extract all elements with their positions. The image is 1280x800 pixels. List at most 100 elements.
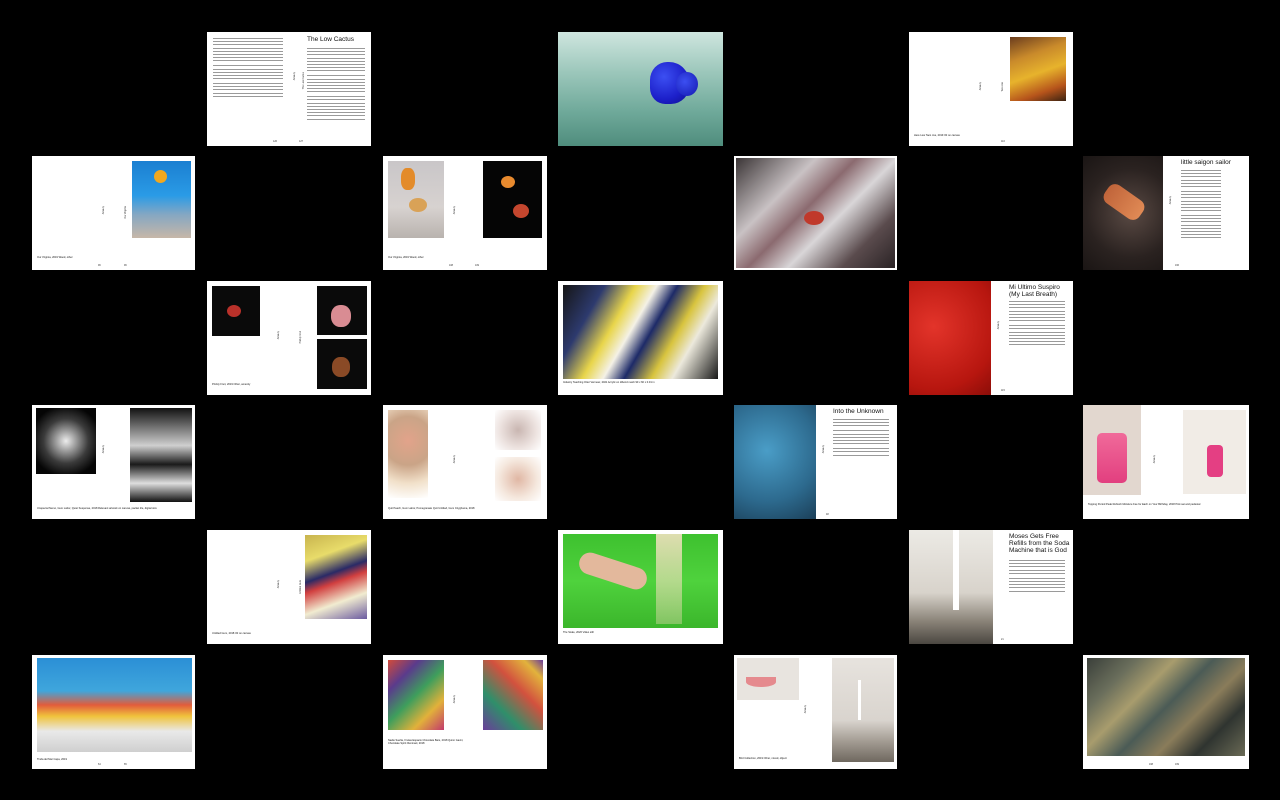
painting-image <box>563 285 718 379</box>
pink-fruit <box>331 305 351 327</box>
spread-caption: Industry Teaching Otter Vermeer, 2021 Ac… <box>563 381 655 384</box>
blue-object <box>676 72 698 96</box>
running-header: Amaury <box>822 445 825 454</box>
spread-caption: Here Lies Taco Joe, 2019 Oil on canvas <box>914 134 960 137</box>
pinecone-fruit <box>332 357 350 377</box>
pink-bowl <box>746 677 776 687</box>
gallery-canvas: { "gallery": { "background": "#000000", … <box>0 0 1280 800</box>
page-number-right: 109 <box>475 264 479 267</box>
fruit-element <box>501 176 515 188</box>
running-header: Amaury <box>293 72 296 81</box>
image-studio-table[interactable] <box>734 156 897 270</box>
page-number-right: 169 <box>1175 763 1179 766</box>
book-spread-mi-ultimo-suspiro[interactable]: Amaury Mi Ultimo Suspiro (My Last Breath… <box>909 281 1073 395</box>
spread-caption: Unspecial Nemo, Gum Labor, Quiet Suspens… <box>37 507 157 510</box>
spread-title: little saigon sailor <box>1181 159 1231 166</box>
book-spread-into-the-unknown[interactable]: Amaury Into the Unknown 48 <box>734 405 897 519</box>
pink-object <box>1207 445 1223 477</box>
running-header: Amaury <box>102 445 105 454</box>
running-header: Amaury <box>453 455 456 464</box>
page-number-left: 96 <box>98 264 101 267</box>
spread-title: Into the Unknown <box>833 408 884 415</box>
installation-image <box>37 658 192 752</box>
page-number-left: 168 <box>1149 763 1153 766</box>
book-spread-low-cactus[interactable]: Amaury The Low Cactus The Low Cactus 126… <box>207 32 371 146</box>
page-number-right: 21 <box>1001 638 1004 641</box>
spread-title: Moses Gets Free Refills from the Soda Ma… <box>1009 533 1070 554</box>
running-title: The Low Cactus <box>302 72 305 90</box>
installation-image <box>832 658 894 762</box>
bread-element <box>409 198 427 212</box>
running-header: Amaury <box>979 82 982 91</box>
spread-caption: Nadie Sueña, Frutas Espacio Chocolate Ba… <box>388 739 464 746</box>
book-spread-unspecial-nemo[interactable]: Amaury Unspecial Nemo, Gum Labor, Quiet … <box>32 405 195 519</box>
book-spread-quit-peach[interactable]: Amaury Quit Peach, Gum Labor, Pomegranat… <box>383 405 547 519</box>
page-number-right: 96 <box>124 264 127 267</box>
spread-caption: Quit Peach, Gum Labor, Pomegranate Quit … <box>388 507 475 510</box>
spread-caption: Topping Period Peak Refresh Moisture Fee… <box>1088 503 1201 506</box>
pink-object <box>1097 433 1127 483</box>
page-number-right: 65 <box>124 763 127 766</box>
sand-element <box>656 534 682 624</box>
sculpture-image <box>388 410 428 498</box>
textile-image <box>388 660 444 730</box>
spread-caption: Our Virginia, 2019 Wood, other <box>388 256 424 259</box>
book-spread-topping-period[interactable]: Amaury Topping Period Peak Refresh Moist… <box>1083 405 1249 519</box>
running-header: Amaury <box>277 580 280 589</box>
running-header: Amaury <box>453 695 456 704</box>
spread-caption: Our Virginia, 2019 Wood, other <box>37 256 73 259</box>
fruit-element <box>513 204 529 218</box>
spread-title: Mi Ultimo Suspiro (My Last Breath) <box>1009 284 1060 298</box>
liquid-stream <box>953 530 959 610</box>
spread-caption: Untitled Gum, 2018 Oil on canvas <box>212 632 251 635</box>
spread-caption: Tinda del Mar Capa, 2019 <box>37 758 67 761</box>
painting-image <box>1087 658 1245 756</box>
running-header: Amaury <box>997 321 1000 330</box>
book-spread-the-scale[interactable]: The Scale, 2020 Video still <box>558 530 723 644</box>
page-number-right: 48 <box>826 513 829 516</box>
spread-caption: Bird Collection, 2019 Other, mixed, obje… <box>739 757 787 760</box>
running-header: Amaury <box>277 331 280 340</box>
spread-caption: Prickly Fruit, 2019 Other, amenity <box>212 383 251 386</box>
black-background-image <box>483 161 542 238</box>
book-spread-our-virginia-1[interactable]: Amaury Our Virginia Our Virginia, 2019 W… <box>32 156 195 270</box>
page-number-left: 108 <box>449 264 453 267</box>
image-blue-sculpture[interactable] <box>558 32 723 146</box>
red-detail <box>804 211 824 225</box>
book-spread-moses-refills[interactable]: Moses Gets Free Refills from the Soda Ma… <box>909 530 1073 644</box>
page-number-right: 116 <box>1001 140 1005 143</box>
blue-texture-image <box>734 405 816 519</box>
book-spread-painting-final[interactable]: 168 169 <box>1083 655 1249 769</box>
page-number-left: 126 <box>273 140 277 143</box>
book-spread-prickly-fruit[interactable]: Amaury Prickly Fruit Prickly Fruit, 2019… <box>207 281 371 395</box>
page-number-right: 127 <box>299 140 303 143</box>
book-spread-untitled-gum[interactable]: Amaury Untitled Gum Untitled Gum, 2018 O… <box>207 530 371 644</box>
print-image <box>36 408 96 474</box>
book-spread-industry-teaching[interactable]: Industry Teaching Otter Vermeer, 2021 Ac… <box>558 281 723 395</box>
sculpture-image <box>495 410 541 450</box>
running-title: Untitled Gum <box>299 580 302 594</box>
book-spread-our-virginia-2[interactable]: Amaury Our Virginia, 2019 Wood, other 10… <box>383 156 547 270</box>
painting-image <box>1010 37 1066 101</box>
textile-image <box>483 660 543 730</box>
book-spread-bird-collection[interactable]: Amaury Bird Collection, 2019 Other, mixe… <box>734 655 897 769</box>
running-header: Amaury <box>102 206 105 215</box>
sculpture-image <box>495 457 541 501</box>
book-spread-taco-joe[interactable]: Amaury Taco Joe Here Lies Taco Joe, 2019… <box>909 32 1073 146</box>
spread-title: The Low Cactus <box>307 36 354 43</box>
soda-machine-image <box>909 530 993 644</box>
book-spread-tinda-del-mar[interactable]: Tinda del Mar Capa, 2019 64 65 <box>32 655 195 769</box>
page-number-left: 64 <box>98 763 101 766</box>
running-title: Our Virginia <box>124 206 127 219</box>
running-header: Amaury <box>1153 455 1156 464</box>
book-spread-little-saigon-sailor[interactable]: Amaury little saigon sailor 166 <box>1083 156 1249 270</box>
strawberry-texture-image <box>909 281 991 395</box>
page-number-right: 115 <box>1001 389 1005 392</box>
running-title: Prickly Fruit <box>299 331 302 344</box>
painting-image <box>305 535 367 619</box>
running-header: Amaury <box>1169 196 1172 205</box>
book-spread-nadie-suena[interactable]: Amaury Nadie Sueña, Frutas Espacio Choco… <box>383 655 547 769</box>
running-header: Amaury <box>804 705 807 714</box>
running-title: Taco Joe <box>1001 82 1004 92</box>
running-header: Amaury <box>453 206 456 215</box>
